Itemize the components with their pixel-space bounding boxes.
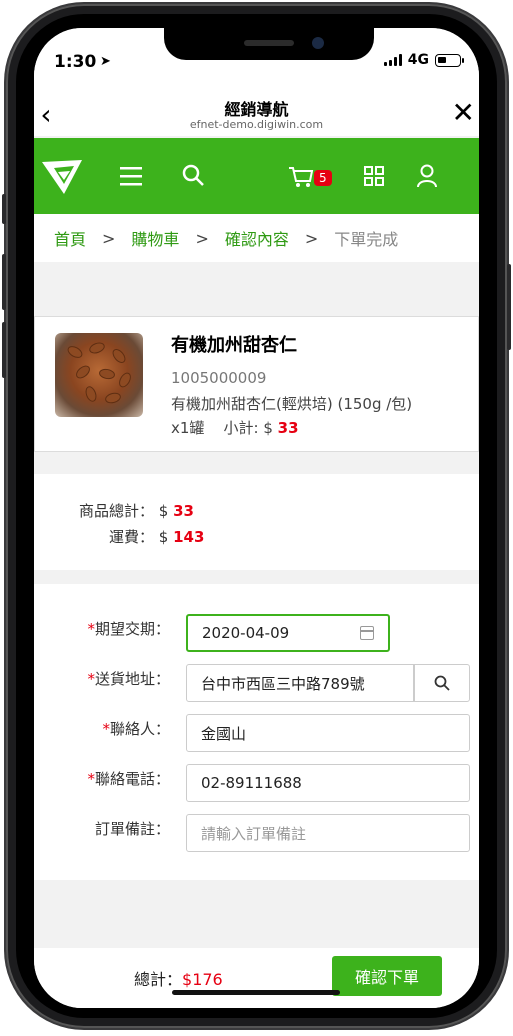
brand-logo-icon[interactable] xyxy=(40,158,84,196)
date-label: *期望交期： xyxy=(87,620,170,638)
location-arrow-icon: ➤ xyxy=(100,54,111,69)
product-quantity-line: x1罐 小計: $ 33 xyxy=(171,417,299,438)
user-icon[interactable] xyxy=(416,164,438,188)
cart-icon[interactable] xyxy=(288,166,314,188)
subtotal-amount: 33 xyxy=(277,419,299,437)
address-label: *送貨地址： xyxy=(87,670,170,688)
goods-total-currency: $ xyxy=(158,502,169,520)
status-time: 1:30 xyxy=(54,52,97,72)
screen: 1:30 ➤ 4G ‹ 經銷導航 efnet-demo.digiwin.com … xyxy=(34,28,479,1008)
phone-label: *聯絡電話： xyxy=(87,770,170,788)
menu-icon[interactable] xyxy=(120,166,144,186)
contact-label: *聯絡人： xyxy=(102,720,170,738)
grid-icon[interactable] xyxy=(364,166,384,186)
phone-value: 02-89111688 xyxy=(201,774,302,792)
goods-total-amount: 33 xyxy=(173,502,194,520)
breadcrumb-separator: > xyxy=(102,228,116,248)
product-name: 有機加州甜杏仁 xyxy=(171,335,297,356)
contact-value: 金國山 xyxy=(201,724,247,743)
breadcrumb-separator: > xyxy=(304,228,319,248)
note-placeholder: 請輸入訂單備註 xyxy=(201,824,307,843)
page-url: efnet-demo.digiwin.com xyxy=(189,118,324,131)
product-description: 有機加州甜杏仁(輕烘培) (150g /包) xyxy=(171,395,413,413)
shipping-currency: $ xyxy=(158,528,169,546)
totals-card: 商品總計： $ 33 運費： $ 143 xyxy=(34,474,479,570)
address-input[interactable]: 台中市西區三中路789號 xyxy=(186,664,414,702)
address-search-button[interactable] xyxy=(414,664,470,702)
shipping-label: 運費： xyxy=(108,528,154,546)
power-button xyxy=(507,264,511,350)
date-input[interactable]: 2020-04-09 xyxy=(186,614,390,652)
breadcrumb-separator: > xyxy=(195,228,209,248)
order-form: *期望交期： 2020-04-09 *送貨地址： 台中市西區三中路789號 *聯… xyxy=(34,584,479,880)
signal-icon xyxy=(383,54,402,66)
breadcrumb-confirm[interactable]: 確認內容 xyxy=(225,226,289,250)
bottom-bar: 總計：$176 確認下單 xyxy=(34,948,479,1008)
battery-icon xyxy=(435,53,464,67)
breadcrumb: 首頁 > 購物車 > 確認內容 > 下單完成 xyxy=(34,214,479,262)
breadcrumb-cart[interactable]: 購物車 xyxy=(131,226,179,250)
status-right: 4G xyxy=(383,52,464,68)
breadcrumb-done: 下單完成 xyxy=(334,230,399,249)
close-icon[interactable]: ✕ xyxy=(452,96,475,129)
grand-total-value: $176 xyxy=(182,970,223,989)
grand-total: 總計：$176 xyxy=(134,966,223,990)
page-title: 經銷導航 xyxy=(224,100,289,119)
volume-down-button xyxy=(2,322,6,378)
app-bar: 5 xyxy=(34,138,479,214)
grand-total-label: 總計： xyxy=(134,970,183,989)
camera xyxy=(312,37,324,49)
product-image xyxy=(55,333,143,417)
silent-switch xyxy=(2,194,6,224)
search-icon[interactable] xyxy=(182,164,206,188)
product-quantity: x1罐 xyxy=(171,419,205,437)
subtotal-label: 小計: $ xyxy=(223,419,273,437)
shipping-amount: 143 xyxy=(173,528,205,546)
cart-badge: 5 xyxy=(314,170,332,186)
goods-total-label: 商品總計： xyxy=(78,502,154,520)
nav-header: ‹ 經銷導航 efnet-demo.digiwin.com ✕ xyxy=(34,92,479,136)
date-value: 2020-04-09 xyxy=(202,624,290,642)
network-label: 4G xyxy=(407,52,429,68)
product-sku: 1005000009 xyxy=(171,369,267,387)
speaker xyxy=(244,40,294,46)
address-value: 台中市西區三中路789號 xyxy=(201,674,365,693)
phone-input[interactable]: 02-89111688 xyxy=(186,764,470,802)
calendar-icon[interactable] xyxy=(360,626,374,640)
shipping-row: 運費： $ 143 xyxy=(34,526,204,547)
home-indicator[interactable] xyxy=(172,990,340,995)
notch xyxy=(164,28,374,60)
contact-input[interactable]: 金國山 xyxy=(186,714,470,752)
volume-up-button xyxy=(2,254,6,310)
note-label: 訂單備註： xyxy=(94,820,170,838)
goods-total-row: 商品總計： $ 33 xyxy=(34,500,194,521)
confirm-order-button[interactable]: 確認下單 xyxy=(332,956,442,996)
note-input[interactable]: 請輸入訂單備註 xyxy=(186,814,470,852)
product-card: 有機加州甜杏仁 1005000009 有機加州甜杏仁(輕烘培) (150g /包… xyxy=(34,316,479,452)
breadcrumb-home[interactable]: 首頁 xyxy=(54,226,86,250)
search-icon xyxy=(434,675,450,691)
